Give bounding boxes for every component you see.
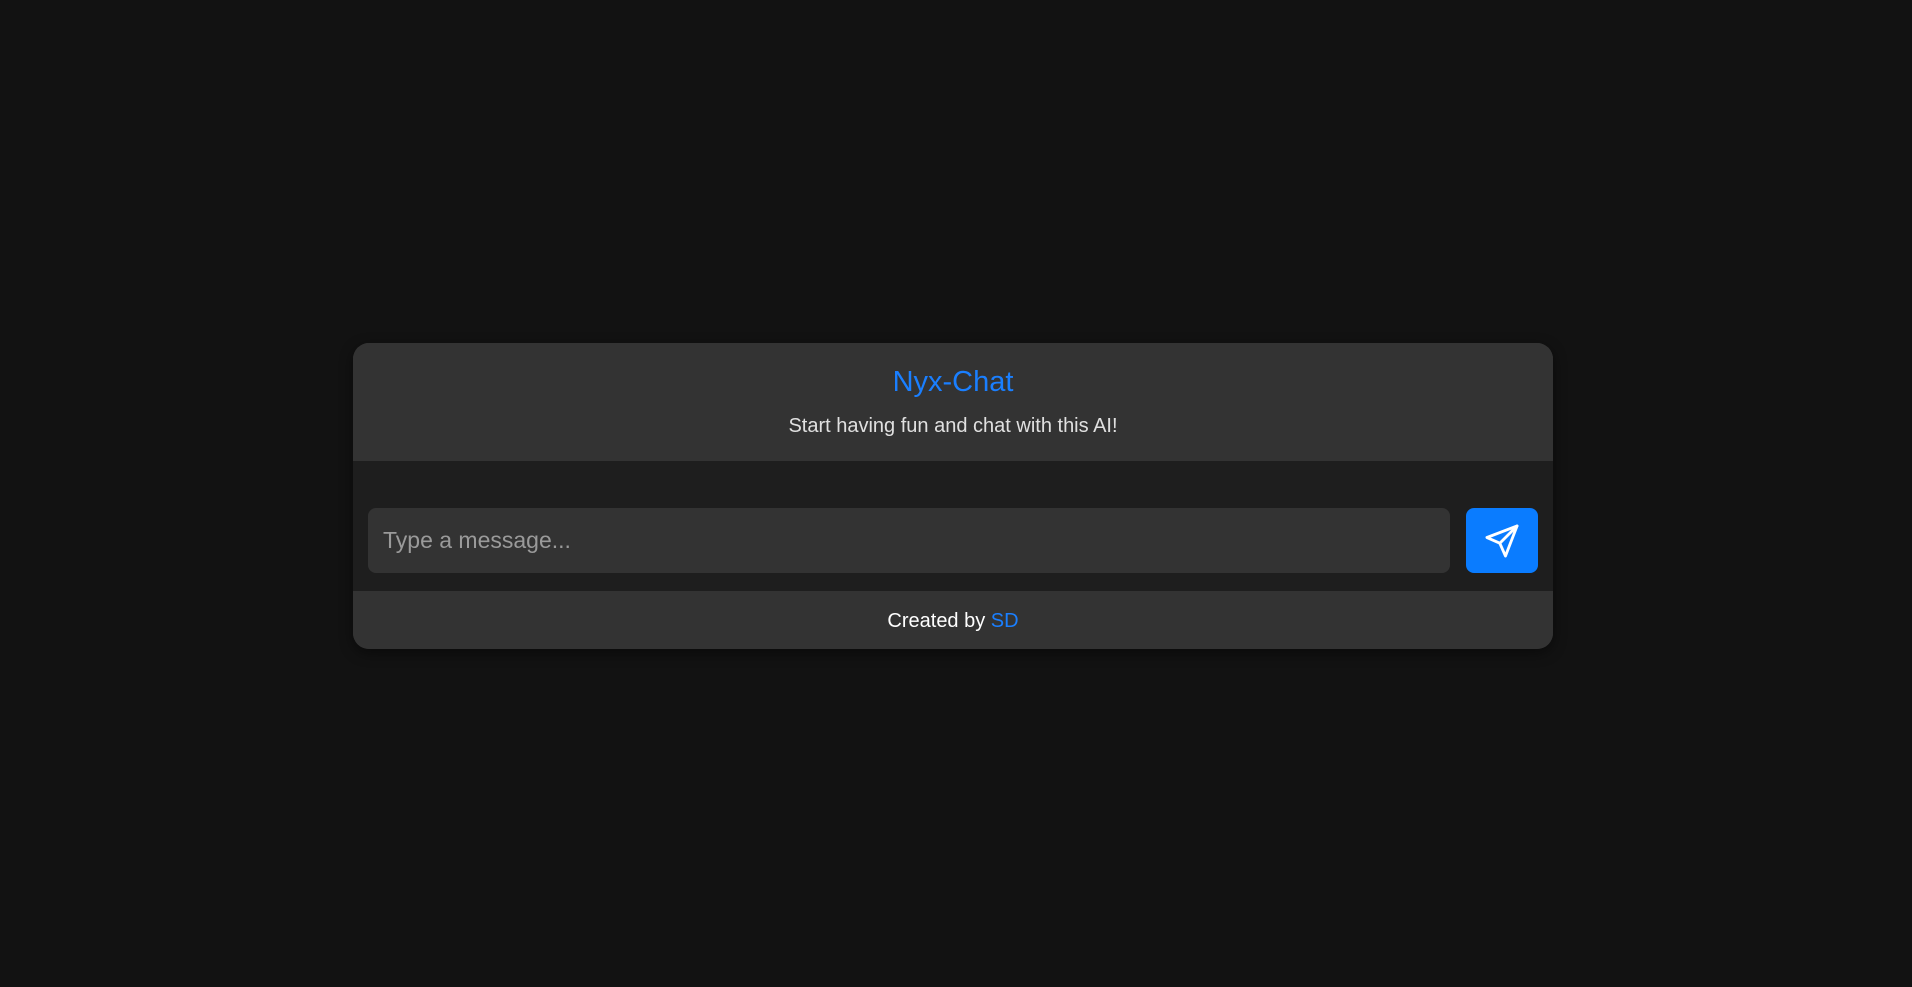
message-area (353, 461, 1553, 493)
input-row (353, 493, 1553, 591)
chat-container: Nyx-Chat Start having fun and chat with … (353, 343, 1553, 649)
chat-footer: Created by SD (353, 591, 1553, 649)
app-subtitle: Start having fun and chat with this AI! (788, 415, 1118, 437)
app-title: Nyx-Chat (892, 366, 1014, 398)
chat-header: Nyx-Chat Start having fun and chat with … (353, 343, 1553, 461)
footer-prefix: Created by (887, 610, 991, 632)
send-button[interactable] (1466, 508, 1538, 573)
message-input[interactable] (368, 508, 1450, 573)
author-link[interactable]: SD (991, 610, 1019, 632)
send-icon (1483, 522, 1521, 560)
